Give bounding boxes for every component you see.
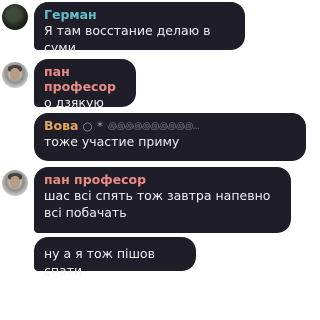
message-text: Я там восстание делаю в суми [44, 23, 211, 55]
message-bubble[interactable]: ну а я тож пішов спати [34, 237, 196, 278]
message-bubble[interactable]: Вова ○ * ꩜꩜꩜꩜꩜꩜꩜꩜꩜꩜... тоже участие прим… [34, 113, 306, 161]
avatar[interactable] [2, 62, 28, 88]
avatar[interactable] [2, 4, 28, 30]
sender-status: ○ * [82, 118, 104, 133]
sender-name[interactable]: Герман [44, 7, 235, 22]
message-bubble[interactable]: пан професор шас всі спять тож завтра на… [34, 167, 291, 233]
sender-name[interactable]: Вова [44, 118, 78, 133]
sender-name[interactable]: пан професор [44, 64, 126, 94]
message-bubble[interactable]: Герман Я там восстание делаю в суми [34, 2, 245, 55]
avatar[interactable] [2, 170, 28, 196]
message-text: тоже участие приму [44, 134, 180, 149]
message-bubble[interactable]: пан професор о дзякую [34, 59, 136, 110]
sender-name[interactable]: пан професор [44, 172, 281, 187]
message-text: ну а я тож пішов спати [44, 246, 155, 278]
message-text: шас всі спять тож завтра напевно всі поб… [44, 188, 271, 220]
sender-decoration: ꩜꩜꩜꩜꩜꩜꩜꩜꩜꩜... [107, 121, 199, 132]
message-text: о дзякую [44, 95, 104, 110]
